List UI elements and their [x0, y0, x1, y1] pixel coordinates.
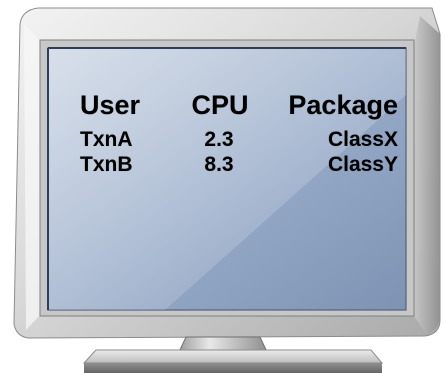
table-header: User CPU Package: [58, 90, 408, 120]
process-table: User CPU Package TxnA 2.3 ClassX TxnB 8.…: [58, 90, 408, 280]
row-cpu: 2.3: [204, 128, 234, 151]
row-package: ClassY: [327, 153, 398, 176]
row-user: TxnA: [80, 128, 133, 151]
row-cpu: 8.3: [204, 153, 234, 176]
header-cpu: CPU: [191, 90, 249, 120]
table-row: TxnB 8.3 ClassY: [58, 153, 408, 183]
row-package: ClassX: [327, 128, 398, 151]
row-user: TxnB: [80, 153, 133, 176]
header-package: Package: [288, 90, 398, 120]
header-user: User: [80, 90, 141, 120]
